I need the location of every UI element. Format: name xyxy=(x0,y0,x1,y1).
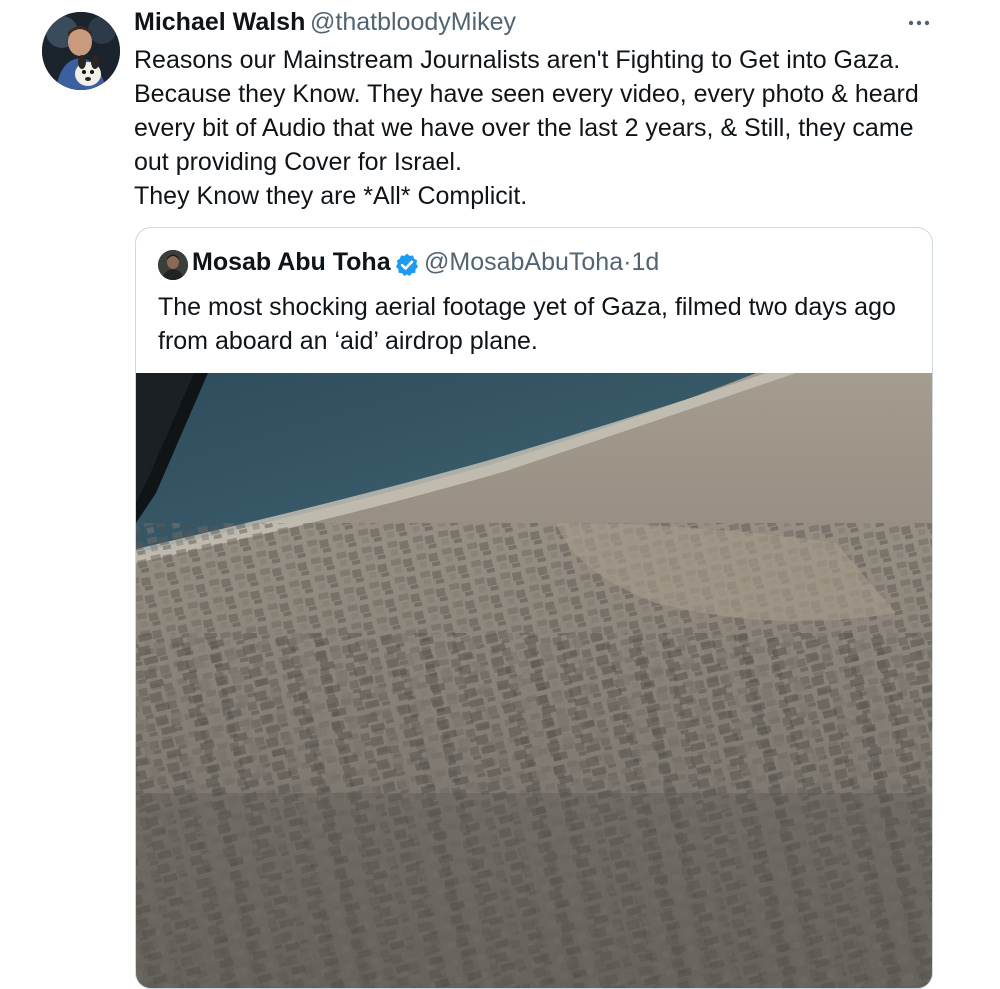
verified-badge-icon xyxy=(394,252,420,278)
tweet-text-line: Because they Know. They have seen every … xyxy=(134,80,919,108)
aerial-photo-icon xyxy=(136,373,932,988)
quoted-author-name[interactable]: Mosab Abu Toha xyxy=(192,248,391,277)
author-avatar[interactable] xyxy=(42,12,120,90)
aerial-photo-media[interactable] xyxy=(136,373,932,988)
profile-photo-icon xyxy=(42,12,120,90)
quoted-author-handle[interactable]: @MosabAbuToha xyxy=(424,248,623,276)
tweet-text-line: They Know they are *All* Complicit. xyxy=(134,182,528,210)
tweet-text-line: every bit of Audio that we have over the… xyxy=(134,114,914,142)
quoted-time[interactable]: 1d xyxy=(631,248,659,276)
quoted-author-meta[interactable]: @MosabAbuToha·1d xyxy=(424,248,659,277)
profile-photo-icon xyxy=(158,250,188,280)
tweet-text: Reasons our Mainstream Journalists aren'… xyxy=(134,43,954,213)
quoted-author-avatar[interactable] xyxy=(158,250,188,280)
quoted-tweet-card[interactable]: Mosab Abu Toha @MosabAbuToha·1d The most… xyxy=(135,227,933,989)
tweet-text-line: Reasons our Mainstream Journalists aren'… xyxy=(134,46,901,74)
quoted-text-line: from aboard an ‘aid’ airdrop plane. xyxy=(158,327,538,355)
quoted-tweet-text: The most shocking aerial footage yet of … xyxy=(158,290,918,358)
tweet-text-line: out providing Cover for Israel. xyxy=(134,148,462,176)
more-horizontal-icon[interactable] xyxy=(904,14,934,32)
quoted-text-line: The most shocking aerial footage yet of … xyxy=(158,293,896,321)
author-name[interactable]: Michael Walsh xyxy=(134,8,305,37)
author-handle[interactable]: @thatbloodyMikey xyxy=(310,8,516,37)
